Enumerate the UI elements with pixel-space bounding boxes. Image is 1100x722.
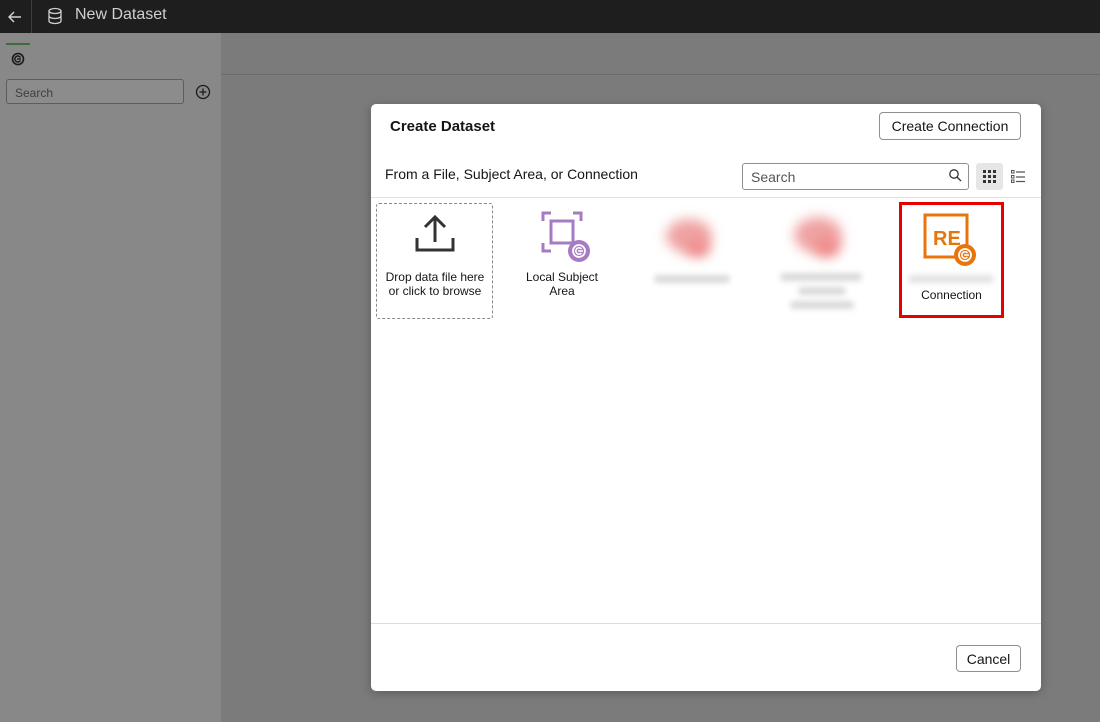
svg-text:RE: RE [933, 228, 961, 250]
connection-logo-blurred [686, 239, 710, 257]
tile-label-blurred [908, 275, 994, 283]
list-view-button[interactable] [1007, 163, 1029, 190]
back-button[interactable] [0, 0, 30, 33]
re-connection-icon: RE [923, 213, 976, 266]
connection-tile[interactable] [766, 203, 876, 319]
plus-circle-icon[interactable] [195, 84, 211, 100]
connection-tile[interactable] [636, 203, 746, 319]
page-title: New Dataset [75, 6, 167, 23]
grid-view-icon [983, 170, 996, 183]
tab-indicator [6, 43, 30, 45]
divider [222, 74, 1100, 75]
local-subject-area-tile[interactable]: Local Subject Area [512, 203, 612, 319]
dialog-title: Create Dataset [390, 118, 496, 135]
connection-icon[interactable] [11, 52, 25, 66]
arrow-left-icon [8, 10, 21, 23]
dialog-search-input[interactable]: Search [742, 163, 969, 190]
tile-label-blurred [654, 275, 730, 283]
re-connection-tile[interactable]: RE Connection [899, 202, 1004, 318]
drop-file-tile[interactable]: Drop data file here or click to browse [376, 203, 493, 319]
tile-label-blurred [780, 273, 862, 281]
grid-view-button[interactable] [976, 163, 1003, 190]
create-connection-button[interactable]: Create Connection [879, 112, 1021, 140]
list-view-icon [1011, 170, 1025, 183]
divider [371, 623, 1041, 624]
create-dataset-dialog: Create Dataset Create Connection From a … [371, 104, 1041, 691]
top-bar: New Dataset [0, 0, 1100, 33]
cancel-button[interactable]: Cancel [956, 645, 1021, 672]
left-search-input[interactable]: Search [6, 79, 184, 104]
tile-label-blurred [790, 301, 854, 309]
tile-label: Local Subject Area [525, 270, 599, 298]
upload-icon [415, 214, 455, 252]
tile-label: Drop data file here or click to browse [385, 270, 485, 298]
subject-area-icon [541, 211, 590, 262]
tile-label: Connection [921, 288, 982, 302]
database-icon [48, 7, 62, 25]
dialog-subtitle: From a File, Subject Area, or Connection [385, 166, 638, 182]
search-icon[interactable] [948, 168, 962, 182]
tile-label-blurred [798, 287, 846, 295]
divider [371, 197, 1041, 198]
left-panel: Search [0, 33, 221, 722]
divider [31, 0, 32, 33]
connection-logo-blurred [814, 237, 840, 257]
